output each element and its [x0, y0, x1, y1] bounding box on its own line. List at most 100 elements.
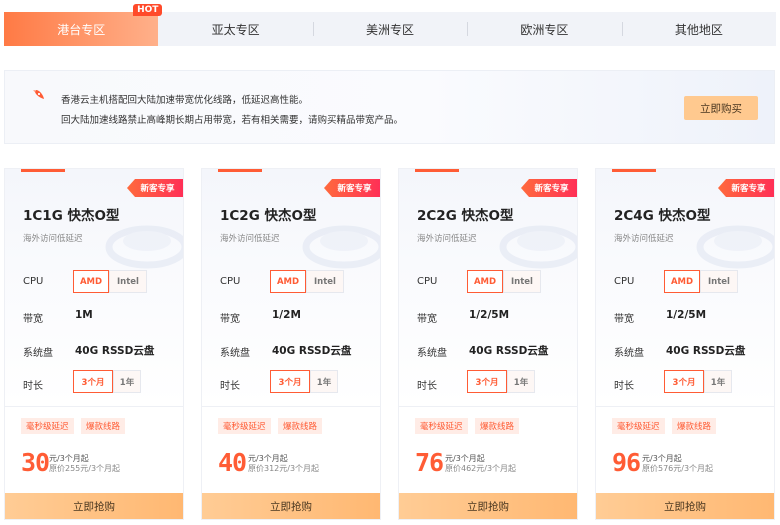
duration-option-1y[interactable]: 1年 [113, 370, 141, 393]
tab-label: 其他地区 [674, 22, 723, 37]
disk-value: 40G RSSD云盘 [666, 345, 746, 357]
bandwidth-label: 带宽 [220, 314, 240, 325]
card-subtitle: 海外访问低延迟 [614, 234, 674, 244]
notice-text-line1: 香港云主机搭配回大陆加速带宽优化线路，低延迟高性能。 [61, 95, 309, 106]
cpu-option-amd[interactable]: AMD [73, 270, 109, 293]
bandwidth-label: 带宽 [23, 314, 43, 325]
price-value: 30 [21, 448, 50, 477]
grab-now-button[interactable]: 立即抢购 [399, 493, 577, 519]
card-title: 2C4G 快杰O型 [614, 208, 711, 224]
accent-bar [612, 169, 656, 172]
cpu-label: CPU [417, 276, 438, 287]
duration-option-1y[interactable]: 1年 [507, 370, 535, 393]
tab-americas[interactable]: 美洲专区 [312, 12, 467, 46]
card-title: 1C2G 快杰O型 [220, 208, 317, 224]
tag-low-latency: 毫秒级延迟 [218, 418, 271, 434]
tab-label: 亚太专区 [211, 22, 260, 37]
accent-bar [415, 169, 459, 172]
cpu-label: CPU [23, 276, 44, 287]
accent-bar [218, 169, 262, 172]
new-customer-ribbon: 新客专享 [324, 179, 380, 197]
divider [596, 406, 774, 407]
card-subtitle: 海外访问低延迟 [23, 234, 83, 244]
bandwidth-value: 1/2M [272, 309, 301, 321]
disk-label: 系统盘 [220, 348, 250, 359]
accent-bar [21, 169, 65, 172]
notice-text-line2: 回大陆加速线路禁止高峰期长期占用带宽，若有相关需要，请购买精品带宽产品。 [61, 115, 404, 126]
tag-hot-line: 爆款线路 [475, 418, 520, 434]
disk-label: 系统盘 [417, 348, 447, 359]
original-price: 原价255元/3个月起 [49, 464, 121, 473]
grab-now-button[interactable]: 立即抢购 [5, 493, 183, 519]
original-price: 原价312元/3个月起 [248, 464, 320, 473]
new-customer-ribbon: 新客专享 [718, 179, 774, 197]
duration-option-1y[interactable]: 1年 [310, 370, 338, 393]
tag-hot-line: 爆款线路 [81, 418, 126, 434]
product-card-1c2g: 新客专享 1C2G 快杰O型 海外访问低延迟 CPU AMD Intel 带宽 … [201, 168, 381, 520]
tab-label: 美洲专区 [366, 22, 415, 37]
cpu-option-amd[interactable]: AMD [467, 270, 503, 293]
duration-option-1y[interactable]: 1年 [704, 370, 732, 393]
tab-asia-pacific[interactable]: 亚太专区 [158, 12, 312, 46]
product-card-2c2g: 新客专享 2C2G 快杰O型 海外访问低延迟 CPU AMD Intel 带宽 … [398, 168, 578, 520]
disk-value: 40G RSSD云盘 [272, 345, 352, 357]
tab-other-regions[interactable]: 其他地区 [621, 12, 776, 46]
product-card-1c1g: 新客专享 1C1G 快杰O型 海外访问低延迟 CPU AMD Intel 带宽 … [4, 168, 184, 520]
divider [202, 406, 380, 407]
bandwidth-value: 1M [75, 309, 93, 321]
cpu-option-intel[interactable]: Intel [503, 270, 541, 293]
cpu-label: CPU [614, 276, 635, 287]
cpu-option-intel[interactable]: Intel [306, 270, 344, 293]
new-customer-ribbon: 新客专享 [521, 179, 577, 197]
bandwidth-label: 带宽 [614, 314, 634, 325]
grab-now-button[interactable]: 立即抢购 [596, 493, 774, 519]
duration-label: 时长 [220, 381, 240, 392]
duration-label: 时长 [614, 381, 634, 392]
cpu-option-amd[interactable]: AMD [664, 270, 700, 293]
cpu-option-amd[interactable]: AMD [270, 270, 306, 293]
grab-now-button[interactable]: 立即抢购 [202, 493, 380, 519]
region-tabs: 港台专区 HOT 亚太专区 美洲专区 欧洲专区 其他地区 [4, 4, 776, 46]
original-price: 原价462元/3个月起 [445, 464, 517, 473]
bandwidth-label: 带宽 [417, 314, 437, 325]
duration-label: 时长 [23, 381, 43, 392]
duration-option-3m[interactable]: 3个月 [73, 370, 113, 393]
card-subtitle: 海外访问低延迟 [417, 234, 477, 244]
card-title: 2C2G 快杰O型 [417, 208, 514, 224]
tag-low-latency: 毫秒级延迟 [21, 418, 74, 434]
divider [5, 406, 183, 407]
cpu-label: CPU [220, 276, 241, 287]
card-subtitle: 海外访问低延迟 [220, 234, 280, 244]
divider [399, 406, 577, 407]
product-card-2c4g: 新客专享 2C4G 快杰O型 海外访问低延迟 CPU AMD Intel 带宽 … [595, 168, 775, 520]
tab-hk-tw[interactable]: 港台专区 HOT [4, 4, 163, 46]
price-value: 96 [612, 448, 641, 477]
card-title: 1C1G 快杰O型 [23, 208, 120, 224]
bandwidth-value: 1/2/5M [666, 309, 707, 321]
price-value: 40 [218, 448, 247, 477]
duration-option-3m[interactable]: 3个月 [270, 370, 310, 393]
cpu-option-intel[interactable]: Intel [700, 270, 738, 293]
notice-banner: 香港云主机搭配回大陆加速带宽优化线路，低延迟高性能。 回大陆加速线路禁止高峰期长… [4, 70, 775, 144]
buy-now-button[interactable]: 立即购买 [684, 96, 758, 120]
tag-hot-line: 爆款线路 [278, 418, 323, 434]
tab-label: 欧洲专区 [520, 22, 569, 37]
disk-label: 系统盘 [614, 348, 644, 359]
tab-europe[interactable]: 欧洲专区 [467, 12, 621, 46]
duration-option-3m[interactable]: 3个月 [467, 370, 507, 393]
price-value: 76 [415, 448, 444, 477]
cpu-option-intel[interactable]: Intel [109, 270, 147, 293]
original-price: 原价576元/3个月起 [642, 464, 714, 473]
tab-label: 港台专区 [57, 22, 106, 37]
tag-hot-line: 爆款线路 [672, 418, 717, 434]
tag-low-latency: 毫秒级延迟 [415, 418, 468, 434]
new-customer-ribbon: 新客专享 [127, 179, 183, 197]
bandwidth-value: 1/2/5M [469, 309, 510, 321]
disk-value: 40G RSSD云盘 [469, 345, 549, 357]
disk-label: 系统盘 [23, 348, 53, 359]
duration-label: 时长 [417, 381, 437, 392]
rocket-icon [33, 90, 44, 99]
tag-low-latency: 毫秒级延迟 [612, 418, 665, 434]
disk-value: 40G RSSD云盘 [75, 345, 155, 357]
duration-option-3m[interactable]: 3个月 [664, 370, 704, 393]
